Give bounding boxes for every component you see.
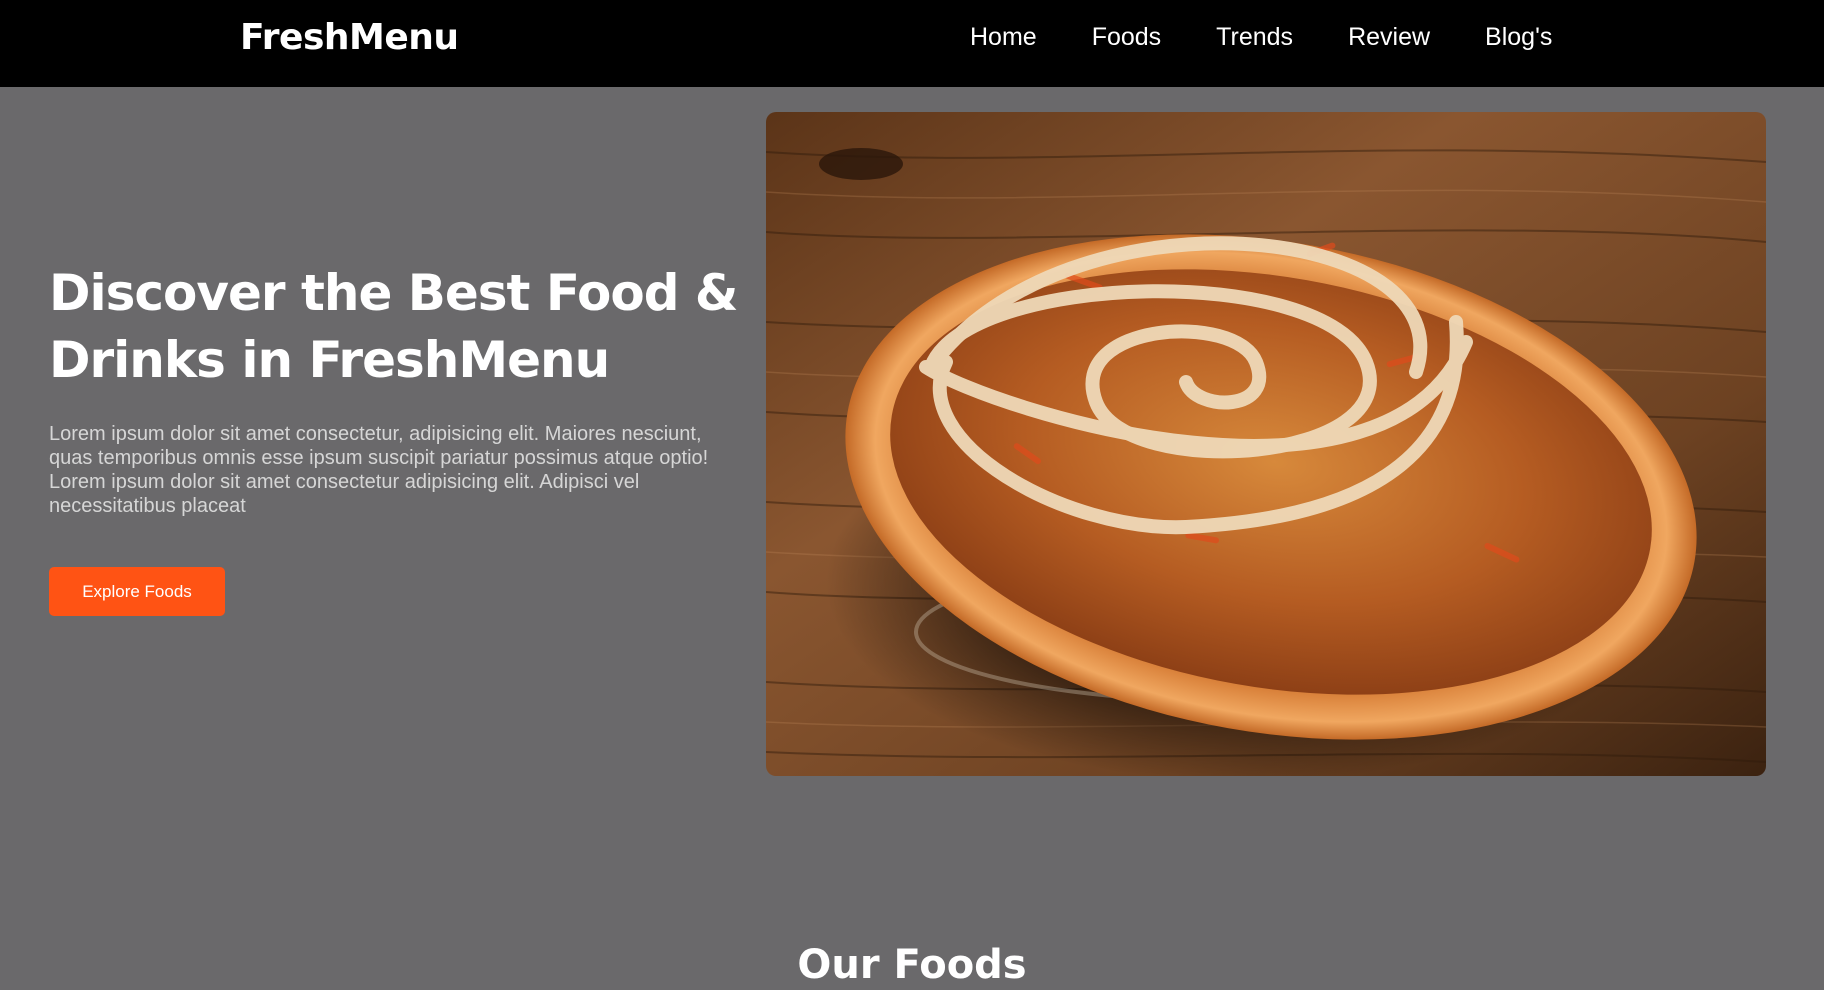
nav-link-foods[interactable]: Foods xyxy=(1092,20,1161,54)
nav-links: Home Foods Trends Review Blog's xyxy=(970,20,1607,54)
nav-link-trends[interactable]: Trends xyxy=(1216,20,1293,54)
hero-content: Discover the Best Food & Drinks in Fresh… xyxy=(49,260,739,518)
our-foods-heading: Our Foods xyxy=(797,942,1027,988)
nav-link-blogs[interactable]: Blog's xyxy=(1485,20,1552,54)
pizza-hero-image xyxy=(766,112,1766,776)
hero-title-line-1: Discover the Best Food & xyxy=(49,264,738,322)
brand-logo[interactable]: FreshMenu xyxy=(240,14,459,62)
hero-title: Discover the Best Food & Drinks in Fresh… xyxy=(49,260,739,394)
hero-description: Lorem ipsum dolor sit amet consectetur, … xyxy=(49,423,709,517)
hero-title-line-2: Drinks in FreshMenu xyxy=(49,331,610,389)
nav-link-home[interactable]: Home xyxy=(970,20,1037,54)
explore-foods-button[interactable]: Explore Foods xyxy=(49,567,225,616)
nav-link-review[interactable]: Review xyxy=(1348,20,1430,54)
navbar: FreshMenu Home Foods Trends Review Blog'… xyxy=(0,0,1824,87)
